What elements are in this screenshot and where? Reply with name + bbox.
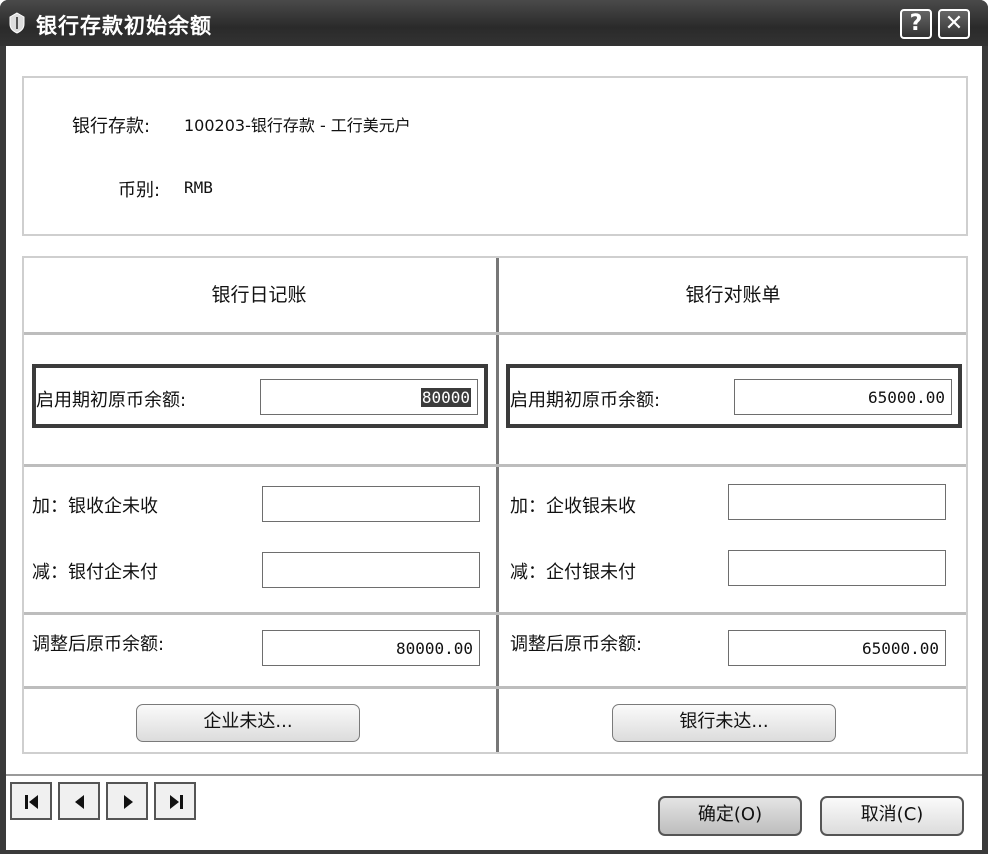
first-icon <box>25 795 38 809</box>
first-record-button[interactable] <box>10 782 52 820</box>
journal-adjusted-input[interactable]: 80000.00 <box>262 630 480 666</box>
dialog-body: 银行存款: 100203-银行存款 - 工行美元户 币别: RMB 银行日记账 … <box>6 46 982 850</box>
opening-divider <box>24 464 966 467</box>
statement-opening-label: 启用期初原币余额: <box>510 390 661 411</box>
enterprise-outstanding-button[interactable]: 企业未达... <box>136 704 360 742</box>
journal-adjusted-label: 调整后原币余额: <box>32 634 165 655</box>
bank-outstanding-button[interactable]: 银行未达... <box>612 704 836 742</box>
statement-header: 银行对账单 <box>685 284 781 306</box>
account-info-panel: 银行存款: 100203-银行存款 - 工行美元户 币别: RMB <box>22 76 968 236</box>
footer-divider <box>6 774 982 776</box>
journal-add-label: 加：银收企未收 <box>32 496 158 517</box>
close-button[interactable]: ✕ <box>938 9 970 39</box>
adjust-divider <box>24 612 966 615</box>
journal-sub-input[interactable] <box>262 552 480 588</box>
next-record-button[interactable] <box>106 782 148 820</box>
previous-record-button[interactable] <box>58 782 100 820</box>
currency-label: 币别: <box>118 180 161 201</box>
balance-panel: 银行日记账 启用期初原币余额: 80000 加：银收企未收 减：银付企未付 调整… <box>22 256 968 754</box>
journal-header: 银行日记账 <box>211 284 307 306</box>
last-icon <box>170 795 183 809</box>
journal-opening-input[interactable]: 80000 <box>260 379 478 415</box>
help-button[interactable]: ? <box>900 9 932 39</box>
journal-opening-value: 80000 <box>420 388 471 407</box>
header-divider <box>24 332 966 335</box>
last-record-button[interactable] <box>154 782 196 820</box>
cancel-button[interactable]: 取消(C) <box>820 796 964 836</box>
currency-value: RMB <box>184 178 213 197</box>
ok-button[interactable]: 确定(O) <box>658 796 802 836</box>
prev-icon <box>75 795 84 809</box>
statement-opening-input[interactable]: 65000.00 <box>734 379 952 415</box>
journal-opening-label: 启用期初原币余额: <box>36 390 187 411</box>
journal-sub-label: 减：银付企未付 <box>32 562 158 583</box>
title-bar[interactable]: 银行存款初始余额 ? ✕ <box>0 0 988 46</box>
account-label: 银行存款: <box>72 116 151 137</box>
statement-add-input[interactable] <box>728 484 946 520</box>
journal-add-input[interactable] <box>262 486 480 522</box>
window-title: 银行存款初始余额 <box>36 14 212 38</box>
statement-add-label: 加：企收银未收 <box>510 496 636 517</box>
statement-sub-label: 减：企付银未付 <box>510 562 636 583</box>
button-divider <box>24 686 966 689</box>
dialog-window: 银行存款初始余额 ? ✕ 银行存款: 100203-银行存款 - 工行美元户 币… <box>0 0 988 854</box>
statement-adjusted-input[interactable]: 65000.00 <box>728 630 946 666</box>
next-icon <box>124 795 133 809</box>
account-value: 100203-银行存款 - 工行美元户 <box>184 116 411 135</box>
statement-adjusted-label: 调整后原币余额: <box>510 634 643 655</box>
statement-sub-input[interactable] <box>728 550 946 586</box>
app-icon <box>8 12 26 34</box>
